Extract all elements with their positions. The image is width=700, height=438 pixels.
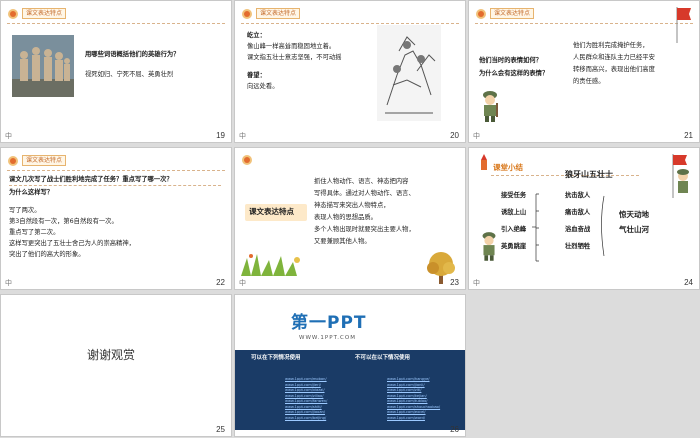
left-item-4: 英勇跳崖: [501, 243, 527, 250]
link[interactable]: www.1ppt.com/word/: [387, 416, 440, 422]
mid-item-3: 浴血奋战: [565, 226, 591, 233]
section-tag: 课文表达特点: [22, 155, 67, 166]
vocab-def-2: 向远处看。: [247, 83, 279, 90]
section-tag: 课文表达特点: [256, 8, 301, 19]
mid-item-4: 壮烈牺牲: [565, 243, 591, 250]
badge-icon: [476, 8, 486, 19]
summary-bracket-diagram: [532, 193, 605, 262]
soldiers-sketch-illustration: [377, 25, 441, 121]
answer-line-2: 人民群众和连队主力已经平安: [573, 54, 655, 61]
header-divider: [241, 23, 459, 24]
cartoon-soldier-icon: [482, 232, 496, 261]
slide-header: 课文表达特点: [7, 7, 67, 20]
right-item-1: 惊天动地: [619, 210, 649, 219]
badge-icon: [8, 8, 18, 19]
forbidden-link-list: www.1ppt.com/hangye/ www.1ppt.com/jianli…: [387, 377, 440, 421]
corner-mark: 中: [5, 133, 12, 140]
content-line-5: 多个人物出现时就要突出主要人物，: [314, 226, 415, 233]
vocab-def-1a: 像山峰一样高耸而稳固地立着。: [247, 43, 336, 50]
answer-line-2: 第3自然段有一次，第6自然段有一次。: [9, 218, 118, 225]
content-line-1: 抓住人物动作、语言、神态把内容: [314, 178, 409, 185]
grass-decoration-icon: [241, 254, 300, 276]
brand-logo: 第一PPT: [291, 313, 367, 333]
brand-url: WWW.1PPT.COM: [299, 335, 356, 341]
page-number: 21: [684, 131, 693, 140]
header-divider: [7, 170, 225, 171]
slide-21[interactable]: 课文表达特点 他们当时的表情如何？ 为什么会有这样的表情？ 他们为胜利完成掩护任…: [469, 1, 699, 142]
answer-line-4: 的责任感。: [573, 78, 605, 85]
answer-line-4: 这样写更突出了五壮士舍己为人的崇高精神，: [9, 240, 135, 247]
corner-mark: 中: [473, 280, 480, 287]
link[interactable]: www.1ppt.com/xiazai/: [285, 388, 327, 394]
section-tag: 课文表达特点: [490, 8, 535, 19]
left-item-2: 诱敌上山: [501, 209, 527, 216]
page-number: 23: [450, 278, 459, 287]
answer-line-3: 重点写了第二次。: [9, 229, 60, 236]
content-line-2: 写得具体。通过对人物动作、语言、: [314, 190, 415, 197]
thanks-text: 谢谢观赏: [87, 348, 136, 362]
slide-24[interactable]: 课堂小结 狼牙山五壮士 接受任务 诱敌上山 引入绝峰 英勇跳崖 抗击敌人 痛击敌…: [469, 148, 699, 289]
content-line-4: 表现人物的思想品质。: [314, 214, 377, 221]
mid-item-1: 抗击敌人: [565, 192, 591, 199]
question-underline: [9, 185, 221, 186]
vocab-word-2: 眷望：: [247, 72, 266, 79]
corner-mark: 中: [5, 280, 12, 287]
question-1: 他们当时的表情如何？: [479, 57, 542, 64]
usage-forbidden-title: 不可以在以下情况使用: [355, 355, 411, 361]
answer-line-3: 转移而高兴，表现出他们高度: [573, 66, 655, 73]
page-number: 19: [216, 131, 225, 140]
question-2: 为什么这样写？: [9, 189, 54, 196]
allowed-link-list: www.1ppt.com/moban/ www.1ppt.com/jieri/ …: [285, 377, 327, 421]
usage-allowed-title: 可以在下列情况使用: [251, 355, 301, 361]
question-2: 为什么会有这样的表情？: [479, 70, 549, 77]
cartoon-soldier-icon: [483, 91, 498, 122]
corner-mark: 中: [239, 133, 246, 140]
page-number: 20: [450, 131, 459, 140]
slide-20[interactable]: 课文表达特点 屹立： 像山峰一样高耸而稳固地立着。 课文指五壮士意志坚强，不可动…: [235, 1, 465, 142]
header-divider: [475, 23, 693, 24]
left-item-1: 接受任务: [501, 192, 527, 199]
right-item-2: 气壮山河: [619, 225, 649, 234]
question-text: 用哪些词语概括他们的英雄行为？: [85, 51, 180, 58]
answer-text: 视死如归、宁死不屈、英勇壮烈: [85, 71, 174, 78]
header-divider: [7, 23, 225, 24]
soldiers-statue-photo: [12, 35, 74, 97]
slide-25[interactable]: 谢谢观赏 25: [1, 295, 231, 436]
page-number: 24: [684, 278, 693, 287]
answer-line-1: 他们为胜利完成掩护任务，: [573, 42, 649, 49]
slide-26[interactable]: 第一PPT WWW.1PPT.COM 可以在下列情况使用 不可以在以下情况使用 …: [235, 295, 465, 436]
link[interactable]: www.1ppt.com/beijing/: [285, 416, 327, 422]
slide-header: 课文表达特点: [475, 7, 535, 20]
content-line-3: 神态描写来突出人物特点，: [314, 202, 390, 209]
link[interactable]: www.1ppt.com/moban/: [285, 377, 327, 383]
flag-decoration-icon: [676, 7, 691, 43]
slide-19[interactable]: 课文表达特点 用哪些词语概括他们的英雄行为？ 视死如归、宁死不屈、英勇壮烈 中 …: [1, 1, 231, 142]
slide-22[interactable]: 课文表达特点 课文几次写了战士们胜利地完成了任务？重点写了哪一次？ 为什么这样写…: [1, 148, 231, 289]
badge-icon: [242, 8, 252, 19]
answer-line-5: 突出了他们的高大的形象。: [9, 251, 85, 258]
link[interactable]: www.1ppt.com/jiaoan/: [285, 410, 327, 416]
content-line-6: 又要兼顾其他人物。: [314, 238, 371, 245]
section-tag: 课文表达特点: [22, 8, 67, 19]
slide-23[interactable]: 课文表达特点 抓住人物动作、语言、神态把内容 写得具体。通过对人物动作、语言、 …: [235, 148, 465, 289]
corner-mark: 中: [473, 133, 480, 140]
page-number: 22: [216, 278, 225, 287]
corner-mark: 中: [239, 280, 246, 287]
mid-item-2: 痛击敌人: [565, 209, 591, 216]
vocab-word-1: 屹立：: [247, 32, 266, 39]
link[interactable]: www.1ppt.com/fanwen/: [285, 399, 327, 405]
vocab-def-1b: 课文指五壮士意志坚强，不可动摇: [247, 54, 342, 61]
left-item-3: 引入绝峰: [501, 226, 527, 233]
slide-header: 课文表达特点: [7, 154, 67, 167]
slide-header: 课文表达特点: [241, 7, 301, 20]
page-number: 26: [450, 425, 459, 434]
side-title: 课文表达特点: [249, 207, 294, 216]
badge-icon: [8, 155, 18, 166]
question-1: 课文几次写了战士们胜利地完成了任务？重点写了哪一次？: [9, 176, 173, 183]
badge-icon: [242, 155, 252, 165]
answer-line-1: 写了两次。: [9, 207, 41, 214]
page-number: 25: [216, 425, 225, 434]
